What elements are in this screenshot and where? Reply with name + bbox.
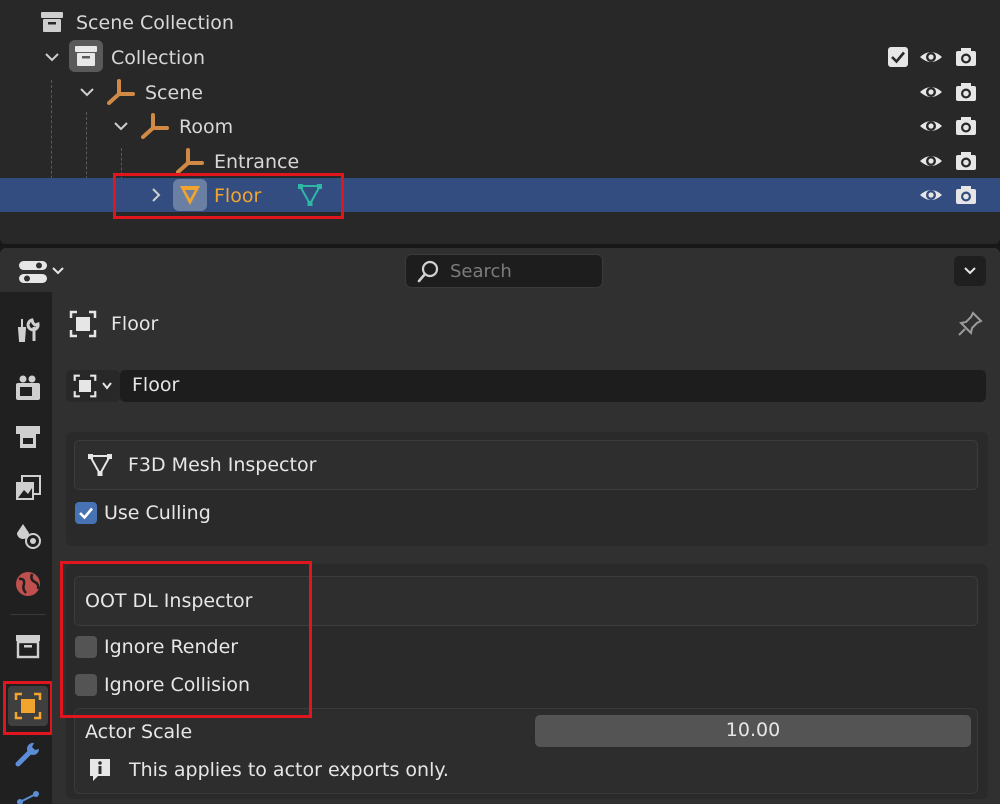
outliner-row-scene[interactable]: Scene [0,75,1000,109]
properties-editor-icon [19,261,47,283]
search-input[interactable] [448,259,592,283]
search-icon [417,260,439,283]
empty-object-icon [141,113,169,139]
tab-render[interactable] [8,368,48,408]
view-layer-icon [16,475,41,500]
actor-scale-label: Actor Scale [85,721,193,743]
mesh-data-icon [88,454,112,477]
camera-icon[interactable] [954,114,978,138]
f3d-panel-header[interactable]: F3D Mesh Inspector [74,440,978,490]
collection-box-icon [75,46,97,66]
tab-scene[interactable] [8,516,48,556]
chevron-down-icon[interactable] [43,48,61,66]
highlight-box-object-tab [3,681,53,735]
eye-icon[interactable] [919,45,943,69]
particles-icon [17,791,39,804]
collection-box-icon [41,12,63,32]
eye-icon[interactable] [919,114,943,138]
object-icon [73,374,97,398]
header-dropdown-button[interactable] [954,256,986,286]
eye-icon[interactable] [919,183,943,207]
context-object-title: Floor [111,313,159,335]
object-name-field[interactable]: Floor [120,370,986,402]
chevron-down-icon[interactable] [112,117,130,135]
empty-object-icon [176,148,204,174]
actor-scale-box: Actor Scale 10.00 This applies to actor … [74,708,978,794]
object-browse-button[interactable] [66,370,120,402]
chevron-down-icon [52,267,64,275]
properties-content: Floor Floor F3D Mesh Inspector Use Culli… [52,292,1000,804]
scene-icon [17,524,41,549]
pin-icon[interactable] [956,310,984,338]
collection-icon-badge [69,40,103,72]
eye-icon[interactable] [919,80,943,104]
camera-icon[interactable] [954,149,978,173]
eye-icon[interactable] [919,149,943,173]
actor-scale-field[interactable]: 10.00 [535,715,971,747]
object-icon [69,310,97,338]
tab-modifiers[interactable] [8,734,48,774]
checkmark-icon [79,507,93,520]
editor-type-button[interactable] [14,256,66,286]
highlight-box-floor [113,173,344,219]
object-name-value: Floor [132,374,180,396]
tab-tool[interactable] [8,310,48,350]
tab-separator [10,614,46,615]
tab-view-layer[interactable] [8,468,48,508]
outliner-row-room[interactable]: Room [0,109,1000,143]
outliner-label: Scene Collection [76,12,234,34]
actor-scale-value: 10.00 [725,719,781,741]
outliner-label: Room [179,116,234,138]
info-icon [90,759,110,781]
use-culling-label: Use Culling [104,502,211,524]
camera-icon[interactable] [954,80,978,104]
outliner-label: Collection [111,47,205,69]
tab-collection[interactable] [8,626,48,666]
tab-world[interactable] [8,564,48,604]
search-box[interactable] [405,254,603,288]
f3d-mesh-inspector-panel: F3D Mesh Inspector Use Culling [66,432,988,546]
outliner-label: Scene [145,82,203,104]
collection-icon [16,635,40,659]
camera-icon[interactable] [954,183,978,207]
chevron-down-icon [102,382,112,390]
render-icon [16,375,40,400]
highlight-box-oot-inspector [60,561,312,718]
exclude-checkbox[interactable] [888,47,908,67]
chevron-down-icon[interactable] [78,83,96,101]
actor-scale-info-text: This applies to actor exports only. [129,759,449,781]
empty-object-icon [107,79,135,105]
tab-output[interactable] [8,418,48,458]
f3d-panel-title: F3D Mesh Inspector [128,454,317,476]
wrench-icon [15,742,39,767]
checkmark-icon [891,51,905,64]
tab-particles[interactable] [8,782,48,804]
output-icon [16,426,40,448]
use-culling-checkbox[interactable] [75,502,97,524]
camera-icon[interactable] [954,45,978,69]
world-icon [16,572,40,596]
outliner-row-scene-collection[interactable]: Scene Collection [0,5,1000,39]
chevron-down-icon [964,267,976,275]
outliner-label: Entrance [214,151,300,173]
outliner-row-collection[interactable]: Collection [0,40,1000,74]
tool-icon [17,318,40,342]
